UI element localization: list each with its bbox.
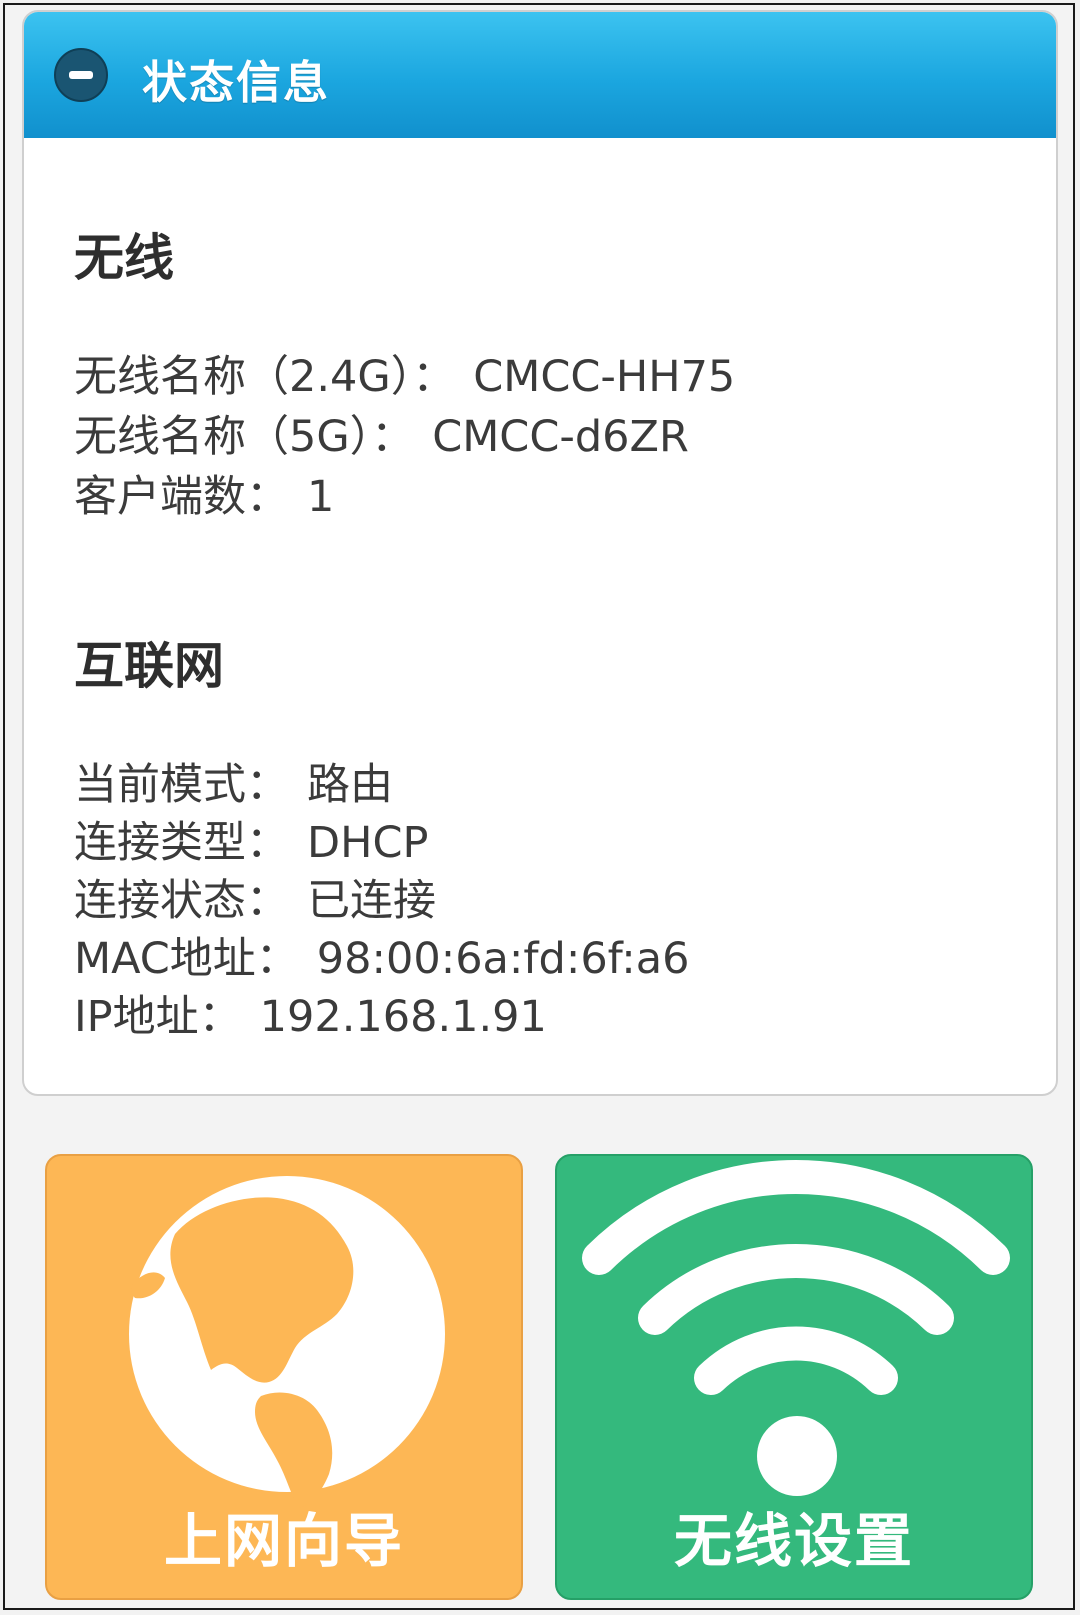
mac-label: MAC地址： (74, 934, 299, 984)
ip-label: IP地址： (74, 992, 242, 1042)
wireless-section-title: 无线 (74, 229, 174, 287)
internet-wizard-tile[interactable]: 上网向导 (45, 1154, 523, 1600)
panel-header[interactable]: 状态信息 (24, 12, 1056, 138)
clients-label: 客户端数： (74, 472, 289, 522)
ssid-24g-row: 无线名称（2.4G）： CMCC-HH75 (74, 342, 735, 404)
mode-row: 当前模式： 路由 (74, 750, 393, 812)
panel-title: 状态信息 (142, 56, 331, 109)
ssid-5g-label: 无线名称（5G）： (74, 412, 415, 462)
conn-status-value: 已连接 (307, 876, 436, 926)
conn-type-label: 连接类型： (74, 818, 289, 868)
internet-wizard-label: 上网向导 (163, 1507, 404, 1575)
ip-row: IP地址： 192.168.1.91 (74, 982, 547, 1044)
ssid-24g-value: CMCC-HH75 (473, 352, 736, 402)
internet-section-title: 互联网 (74, 637, 224, 695)
wireless-settings-label: 无线设置 (673, 1507, 914, 1575)
mac-value: 98:00:6a:fd:6f:a6 (316, 934, 690, 984)
wireless-settings-tile[interactable]: 无线设置 (555, 1154, 1033, 1600)
ssid-5g-row: 无线名称（5G）： CMCC-d6ZR (74, 402, 689, 464)
ssid-24g-label: 无线名称（2.4G）： (74, 352, 456, 402)
mode-value: 路由 (307, 760, 393, 810)
clients-value: 1 (307, 472, 335, 522)
ssid-5g-value: CMCC-d6ZR (432, 412, 689, 462)
minus-icon (69, 71, 93, 79)
clients-row: 客户端数： 1 (74, 462, 334, 524)
collapse-button[interactable] (54, 48, 108, 102)
conn-status-label: 连接状态： (74, 876, 289, 926)
status-panel: 状态信息 无线 无线名称（2.4G）： CMCC-HH75 无线名称（5G）： CM… (22, 10, 1058, 1096)
ip-value: 192.168.1.91 (259, 992, 547, 1042)
conn-type-row: 连接类型： DHCP (74, 808, 428, 870)
mac-row: MAC地址： 98:00:6a:fd:6f:a6 (74, 924, 689, 986)
conn-type-value: DHCP (307, 818, 429, 868)
conn-status-row: 连接状态： 已连接 (74, 866, 436, 928)
mode-label: 当前模式： (74, 760, 289, 810)
